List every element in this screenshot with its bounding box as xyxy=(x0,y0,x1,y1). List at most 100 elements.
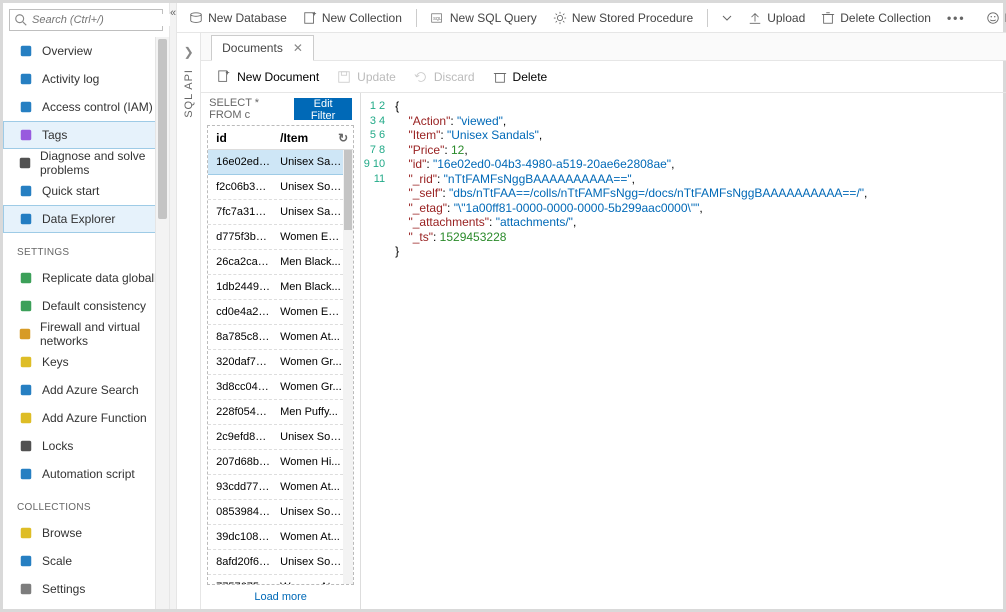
refresh-icon[interactable]: ↻ xyxy=(333,131,353,145)
table-row[interactable]: 3d8cc049-...Women Gr... xyxy=(208,375,343,400)
table-row[interactable]: 2c9efd80-...Unisex Soc... xyxy=(208,425,343,450)
row-id: 26ca2cab-... xyxy=(208,256,272,268)
json-editor[interactable]: 1 2 3 4 5 6 7 8 9 10 11 { "Action": "vie… xyxy=(361,93,1006,609)
row-item: Women At... xyxy=(272,481,343,493)
more-button[interactable]: ••• xyxy=(941,3,972,32)
sidebar-item-label: Settings xyxy=(42,582,85,596)
api-label: SQL API xyxy=(183,69,195,118)
collections-header: COLLECTIONS xyxy=(3,488,169,519)
row-item: Women Ea... xyxy=(272,306,343,318)
list-header-id[interactable]: id xyxy=(208,131,272,145)
sidebar-scrollbar[interactable] xyxy=(155,37,169,609)
sidebar-item-main-0[interactable]: Overview xyxy=(3,37,169,65)
sidebar-item-main-1[interactable]: Activity log xyxy=(3,65,169,93)
api-strip: ❯ SQL API xyxy=(177,33,201,609)
search-svc-icon xyxy=(18,382,34,398)
chevron-down-icon xyxy=(722,13,732,23)
table-row[interactable]: 93cdd77f-...Women At... xyxy=(208,475,343,500)
sidebar-item-settings-7[interactable]: Automation script xyxy=(3,460,169,488)
new-sql-button[interactable]: SQLNew SQL Query xyxy=(425,3,543,32)
key-icon xyxy=(18,354,34,370)
new-sp-button[interactable]: New Stored Procedure xyxy=(547,3,699,32)
table-row[interactable]: 8afd20f6-f...Unisex Soc... xyxy=(208,550,343,575)
search-input[interactable] xyxy=(28,14,175,26)
table-row[interactable]: cd0e4a29-...Women Ea... xyxy=(208,300,343,325)
table-row[interactable]: 7fc7a31b-...Unisex San... xyxy=(208,200,343,225)
sidebar-item-label: Data Explorer xyxy=(42,212,115,226)
list-header-item[interactable]: /Item xyxy=(272,131,333,145)
sidebar-item-label: Activity log xyxy=(42,72,99,86)
new-document-button[interactable]: New Document xyxy=(211,70,325,84)
sidebar-item-collections-1[interactable]: Scale xyxy=(3,547,169,575)
sidebar: Overview Activity log Access control (IAM)… xyxy=(3,3,170,609)
table-row[interactable]: f2c06b3a-...Unisex Soc... xyxy=(208,175,343,200)
sidebar-item-label: Diagnose and solve problems xyxy=(40,149,168,177)
sidebar-item-settings-4[interactable]: Add Azure Search xyxy=(3,376,169,404)
table-row[interactable]: 26ca2cab-...Men Black... xyxy=(208,250,343,275)
sidebar-item-collections-2[interactable]: Settings xyxy=(3,575,169,603)
sidebar-item-main-2[interactable]: Access control (IAM) xyxy=(3,93,169,121)
sidebar-item-main-5[interactable]: Quick start xyxy=(3,177,169,205)
collapse-sidebar[interactable]: « xyxy=(170,3,177,609)
sidebar-item-main-6[interactable]: Data Explorer xyxy=(3,205,169,233)
access-icon xyxy=(18,99,34,115)
row-item: Women At... xyxy=(272,531,343,543)
row-id: 08539846-... xyxy=(208,506,272,518)
tab-documents[interactable]: Documents ✕ xyxy=(211,35,314,61)
table-row[interactable]: 77576752-...Women At... xyxy=(208,575,343,584)
sidebar-item-settings-3[interactable]: Keys xyxy=(3,348,169,376)
automation-icon xyxy=(18,466,34,482)
expand-tree-button[interactable]: ❯ xyxy=(184,33,194,69)
close-tab-icon[interactable]: ✕ xyxy=(293,41,303,55)
row-id: 8a785c83-... xyxy=(208,331,272,343)
sidebar-item-main-4[interactable]: Diagnose and solve problems xyxy=(3,149,169,177)
undo-icon xyxy=(414,70,428,84)
sidebar-item-settings-6[interactable]: Locks xyxy=(3,432,169,460)
edit-filter-button[interactable]: Edit Filter xyxy=(294,98,352,120)
sidebar-item-main-3[interactable]: Tags xyxy=(3,121,169,149)
upload-button[interactable]: Upload xyxy=(742,3,811,32)
delete-document-button[interactable]: Delete xyxy=(487,70,554,84)
row-item: Unisex Soc... xyxy=(272,506,343,518)
table-row[interactable]: 08539846-...Unisex Soc... xyxy=(208,500,343,525)
sidebar-item-label: Locks xyxy=(42,439,73,453)
list-scrollbar[interactable] xyxy=(343,150,353,584)
filter-query-text: SELECT * FROM c xyxy=(209,97,286,121)
table-row[interactable]: 16e02ed0-...Unisex San... xyxy=(208,150,343,175)
sidebar-item-collections-0[interactable]: Browse xyxy=(3,519,169,547)
row-id: 1db2449e-... xyxy=(208,281,272,293)
row-id: 207d68bc-... xyxy=(208,456,272,468)
table-row[interactable]: d775f3b8-...Women Ea... xyxy=(208,225,343,250)
load-more-link[interactable]: Load more xyxy=(201,585,360,609)
settings-header: SETTINGS xyxy=(3,233,169,264)
upload-icon xyxy=(748,11,762,25)
save-icon xyxy=(337,70,351,84)
sp-dropdown[interactable] xyxy=(716,3,738,32)
delete-collection-button[interactable]: Delete Collection xyxy=(815,3,937,32)
table-row[interactable]: 1db2449e-...Men Black... xyxy=(208,275,343,300)
table-row[interactable]: 39dc1082-...Women At... xyxy=(208,525,343,550)
new-database-button[interactable]: New Database xyxy=(183,3,293,32)
table-row[interactable]: 8a785c83-...Women At... xyxy=(208,325,343,350)
new-collection-button[interactable]: New Collection xyxy=(297,3,408,32)
table-row[interactable]: 207d68bc-...Women Hi... xyxy=(208,450,343,475)
sidebar-item-settings-0[interactable]: Replicate data globally xyxy=(3,264,169,292)
sidebar-item-collections-3[interactable]: Document Explorer xyxy=(3,603,169,609)
table-row[interactable]: 228f0543-...Men Puffy... xyxy=(208,400,343,425)
row-item: Unisex Soc... xyxy=(272,181,343,193)
search-box[interactable] xyxy=(9,9,163,31)
row-id: 7fc7a31b-... xyxy=(208,206,272,218)
sidebar-item-settings-2[interactable]: Firewall and virtual networks xyxy=(3,320,169,348)
sidebar-item-label: Keys xyxy=(42,355,69,369)
row-item: Men Black... xyxy=(272,256,343,268)
sidebar-item-settings-1[interactable]: Default consistency xyxy=(3,292,169,320)
document-toolbar: New Document Update Discard Delete xyxy=(201,61,1006,93)
command-bar: New Database New Collection SQLNew SQL Q… xyxy=(177,3,1006,33)
sidebar-item-settings-5[interactable]: Add Azure Function xyxy=(3,404,169,432)
gear-icon xyxy=(553,11,567,25)
overview-icon xyxy=(18,43,34,59)
scale-icon xyxy=(18,553,34,569)
feedback-button[interactable]: Feedback xyxy=(980,3,1006,32)
table-row[interactable]: 320daf75-...Women Gr... xyxy=(208,350,343,375)
row-item: Women At... xyxy=(272,581,343,584)
